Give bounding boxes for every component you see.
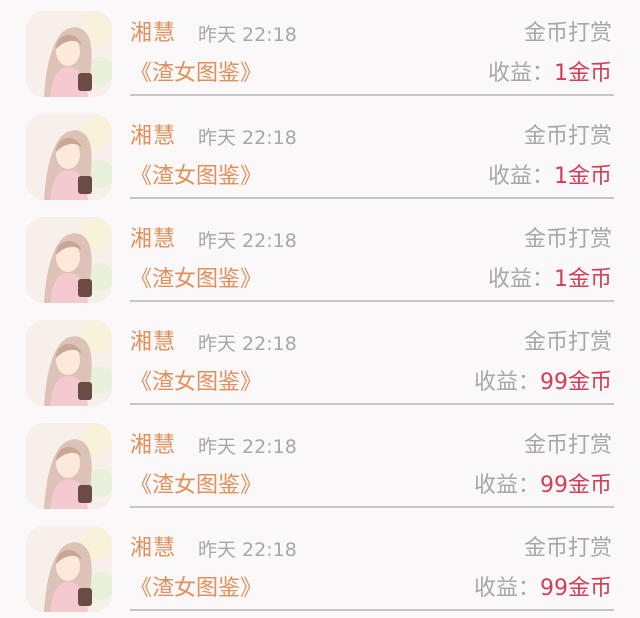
income-label: 收益： [473, 576, 540, 601]
list-item[interactable]: 湘慧 昨天 22:18 金币打赏 《渣女图鉴》 收益：99金币 [0, 309, 640, 412]
avatar-illustration-icon [26, 114, 112, 200]
timestamp: 昨天 22:18 [198, 333, 297, 355]
reward-type-label: 金币打赏 [523, 433, 612, 458]
income-amount: 99金币 [540, 370, 612, 395]
income-label: 收益： [473, 473, 540, 498]
timestamp: 昨天 22:18 [198, 539, 297, 561]
row-divider [130, 506, 614, 508]
timestamp: 昨天 22:18 [198, 436, 297, 458]
income-amount: 1金币 [554, 61, 612, 86]
avatar[interactable] [26, 320, 112, 406]
avatar[interactable] [26, 114, 112, 200]
income: 收益：1金币 [488, 60, 612, 88]
avatar-illustration-icon [26, 526, 112, 612]
income-amount: 1金币 [554, 267, 612, 292]
income-label: 收益： [487, 61, 554, 86]
income: 收益：99金币 [474, 472, 612, 500]
book-title-link[interactable]: 《渣女图鉴》 [130, 163, 262, 191]
user-name[interactable]: 湘慧 [130, 123, 176, 151]
book-title-link[interactable]: 《渣女图鉴》 [130, 266, 262, 294]
book-title-link[interactable]: 《渣女图鉴》 [130, 369, 262, 397]
reward-type-label: 金币打赏 [523, 330, 612, 355]
book-title-link[interactable]: 《渣女图鉴》 [130, 60, 262, 88]
user-name[interactable]: 湘慧 [130, 535, 176, 563]
timestamp: 昨天 22:18 [198, 127, 297, 149]
income-amount: 99金币 [540, 576, 612, 601]
avatar-illustration-icon [26, 217, 112, 303]
list-item[interactable]: 湘慧 昨天 22:18 金币打赏 《渣女图鉴》 收益：99金币 [0, 515, 640, 618]
reward-type-label: 金币打赏 [523, 124, 612, 149]
income: 收益：99金币 [474, 575, 612, 603]
reward-type-label: 金币打赏 [523, 227, 612, 252]
income: 收益：1金币 [488, 163, 612, 191]
reward-type-label: 金币打赏 [523, 21, 612, 46]
income: 收益：99金币 [474, 369, 612, 397]
row-divider [130, 94, 614, 96]
book-title-link[interactable]: 《渣女图鉴》 [130, 575, 262, 603]
row-divider [130, 300, 614, 302]
income-amount: 1金币 [554, 164, 612, 189]
user-name[interactable]: 湘慧 [130, 20, 176, 48]
income-amount: 99金币 [540, 473, 612, 498]
avatar-illustration-icon [26, 11, 112, 97]
user-name[interactable]: 湘慧 [130, 329, 176, 357]
avatar[interactable] [26, 526, 112, 612]
reward-type-label: 金币打赏 [523, 536, 612, 561]
row-divider [130, 609, 614, 611]
timestamp: 昨天 22:18 [198, 230, 297, 252]
row-divider [130, 403, 614, 405]
list-item[interactable]: 湘慧 昨天 22:18 金币打赏 《渣女图鉴》 收益：1金币 [0, 206, 640, 309]
avatar[interactable] [26, 217, 112, 303]
reward-list: 湘慧 昨天 22:18 金币打赏 《渣女图鉴》 收益：1金币 湘慧 昨天 22:… [0, 0, 640, 616]
row-divider [130, 197, 614, 199]
avatar-illustration-icon [26, 423, 112, 509]
income-label: 收益： [487, 164, 554, 189]
avatar-illustration-icon [26, 320, 112, 406]
book-title-link[interactable]: 《渣女图鉴》 [130, 472, 262, 500]
user-name[interactable]: 湘慧 [130, 432, 176, 460]
income: 收益：1金币 [488, 266, 612, 294]
avatar[interactable] [26, 11, 112, 97]
list-item[interactable]: 湘慧 昨天 22:18 金币打赏 《渣女图鉴》 收益：99金币 [0, 412, 640, 515]
user-name[interactable]: 湘慧 [130, 226, 176, 254]
list-item[interactable]: 湘慧 昨天 22:18 金币打赏 《渣女图鉴》 收益：1金币 [0, 103, 640, 206]
income-label: 收益： [473, 370, 540, 395]
list-item[interactable]: 湘慧 昨天 22:18 金币打赏 《渣女图鉴》 收益：1金币 [0, 0, 640, 103]
income-label: 收益： [487, 267, 554, 292]
timestamp: 昨天 22:18 [198, 24, 297, 46]
avatar[interactable] [26, 423, 112, 509]
